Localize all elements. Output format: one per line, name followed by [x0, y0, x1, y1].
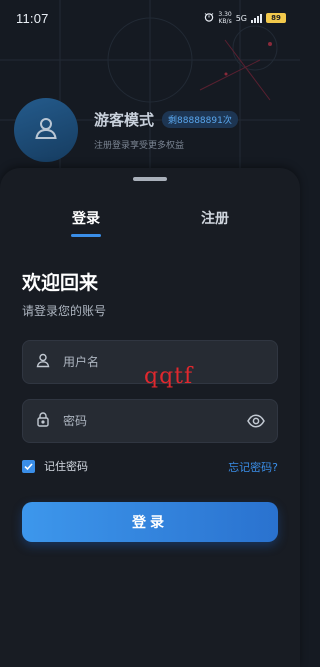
- remember-checkbox[interactable]: [22, 459, 35, 473]
- status-bar: 11:07 3.30 KB/s 5G 89: [0, 0, 300, 36]
- alarm-icon: [204, 12, 214, 24]
- check-icon: [24, 462, 33, 470]
- guest-mode-title: 游客模式: [94, 111, 155, 129]
- guest-profile[interactable]: 游客模式 剩88888891次 注册登录享受更多权益: [14, 98, 238, 162]
- network-speed: 3.30 KB/s: [218, 11, 232, 25]
- remember-password[interactable]: 记住密码: [22, 458, 88, 474]
- signal-icon: [251, 13, 262, 23]
- status-time: 11:07: [16, 10, 49, 26]
- login-sheet: 登录 注册 欢迎回来 请登录您的账号 qqtf: [0, 168, 300, 667]
- status-icons: 3.30 KB/s 5G 89: [204, 11, 286, 25]
- password-input[interactable]: [61, 413, 247, 429]
- network-type: 5G: [235, 13, 247, 23]
- battery-icon: 89: [266, 13, 286, 23]
- welcome-title: 欢迎回来: [22, 272, 99, 294]
- welcome-subtitle: 请登录您的账号: [22, 304, 107, 318]
- quota-badge: 剩88888891次: [162, 111, 238, 128]
- tab-register[interactable]: 注册: [165, 208, 265, 228]
- password-field[interactable]: [22, 399, 278, 443]
- forgot-password-link[interactable]: 忘记密码?: [228, 459, 278, 475]
- sheet-drag-handle[interactable]: [133, 177, 167, 181]
- login-button[interactable]: 登录: [22, 502, 278, 542]
- user-icon: [33, 115, 59, 145]
- avatar[interactable]: [14, 98, 78, 162]
- active-tab-indicator: [71, 234, 101, 237]
- lock-icon: [35, 411, 51, 431]
- remember-label: 记住密码: [44, 460, 88, 473]
- tab-login[interactable]: 登录: [36, 208, 136, 228]
- guest-mode-subtitle: 注册登录享受更多权益: [94, 141, 185, 151]
- eye-icon[interactable]: [247, 412, 265, 430]
- auth-tabs: 登录 注册: [0, 208, 300, 240]
- watermark-text: qqtf: [144, 364, 194, 389]
- user-icon: [35, 352, 51, 372]
